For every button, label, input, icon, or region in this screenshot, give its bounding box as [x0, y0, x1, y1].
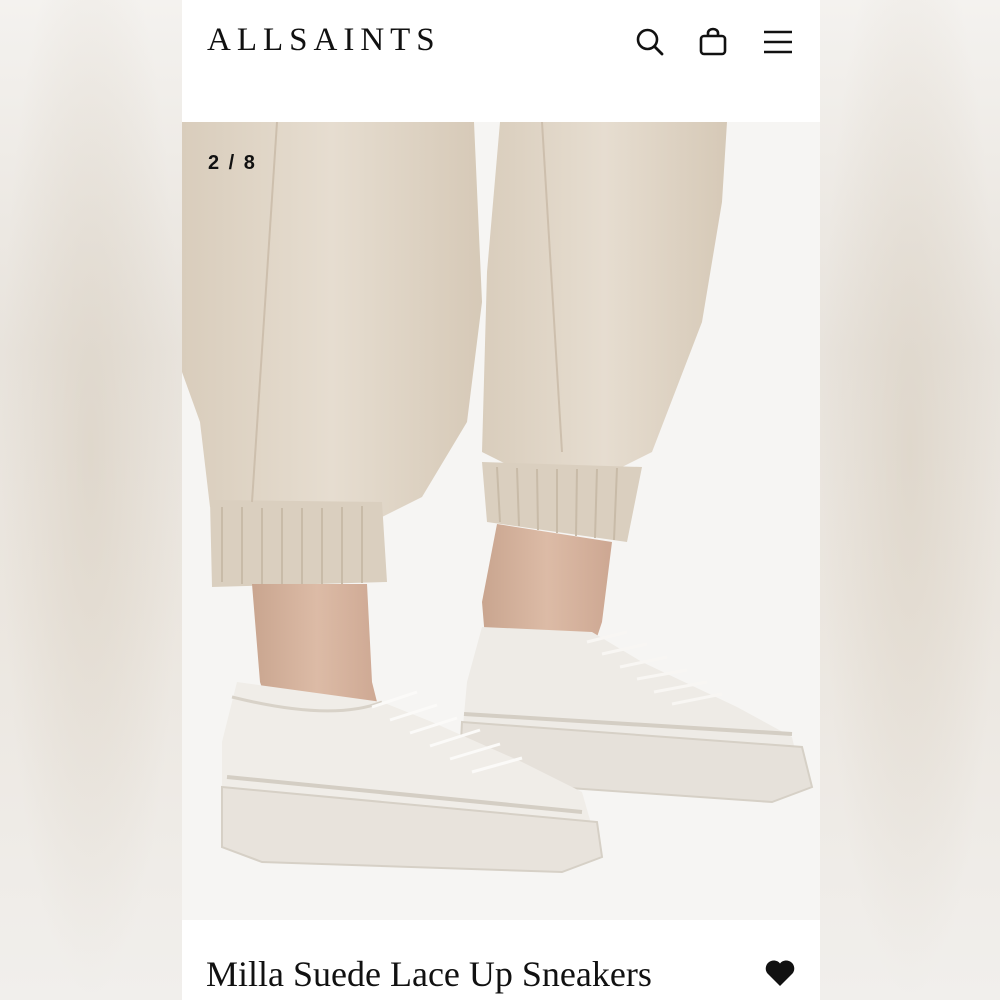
site-header: ALLSAINTS [182, 0, 820, 88]
menu-icon[interactable] [762, 26, 794, 58]
bag-icon[interactable] [697, 26, 729, 58]
product-image[interactable]: 2 / 8 [182, 122, 820, 920]
product-photo [182, 122, 820, 920]
gallery-counter: 2 / 8 [208, 152, 257, 174]
product-title: Milla Suede Lace Up Sneakers [206, 954, 652, 994]
product-title-row: Milla Suede Lace Up Sneakers [182, 920, 820, 1000]
backdrop-left [0, 0, 182, 1000]
search-icon[interactable] [634, 26, 666, 58]
mobile-page: ALLSAINTS Back Previous Next 2 / 8 [182, 0, 820, 1000]
backdrop-right [820, 0, 1000, 1000]
brand-logo[interactable]: ALLSAINTS [207, 22, 441, 59]
heart-icon[interactable] [764, 958, 796, 988]
